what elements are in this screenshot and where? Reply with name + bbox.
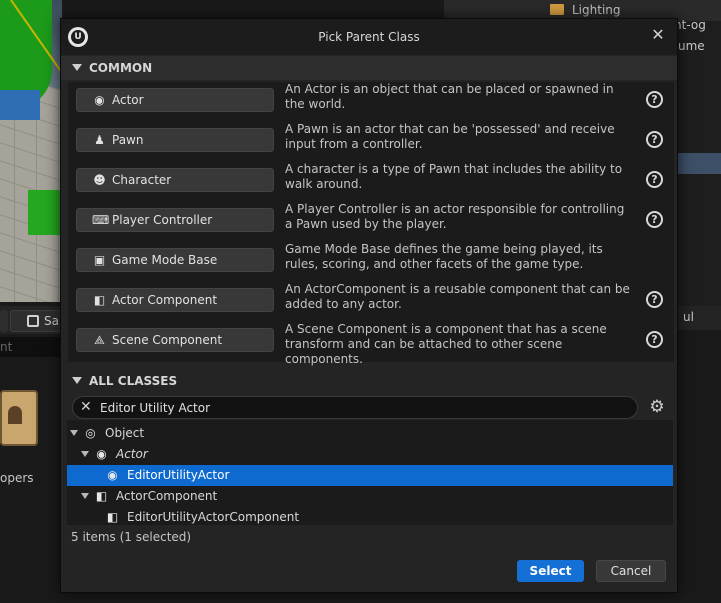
clear-search-icon[interactable]: ✕ <box>80 399 92 415</box>
expand-arrow-icon[interactable] <box>81 493 89 499</box>
common-class-description: An Actor is an object that can be placed… <box>285 82 614 111</box>
common-class-button[interactable]: ♟ Pawn <box>76 128 274 152</box>
outliner-row-label: ume <box>678 39 705 53</box>
expand-arrow-icon[interactable] <box>70 430 78 436</box>
all-classes-section-header[interactable]: ALL CLASSES <box>61 369 677 393</box>
object-icon: ◎ <box>85 426 96 440</box>
content-search-text: nt <box>0 340 13 354</box>
common-class-row: ⟁ Scene Component A Scene Component is a c… <box>68 322 674 366</box>
help-icon[interactable]: ? <box>646 91 663 108</box>
common-class-description: A Player Controller is an actor responsi… <box>285 202 625 231</box>
toolbar-button[interactable] <box>0 310 8 332</box>
details-toolbar: ul <box>678 306 721 330</box>
common-class-row: ⌨ Player Controller A Player Controller is… <box>68 202 674 242</box>
common-class-description: A character is a type of Pawn that inclu… <box>285 162 623 191</box>
details-panel <box>678 330 721 603</box>
common-class-button[interactable]: ☻ Character <box>76 168 274 192</box>
save-icon <box>27 315 39 327</box>
folder-icon <box>550 4 564 15</box>
actor-icon: ◉ <box>96 447 107 461</box>
tree-row-label: EditorUtilityActor <box>127 468 230 482</box>
common-class-button[interactable]: ◧ Actor Component <box>76 288 274 312</box>
save-all-label: Sa <box>44 314 59 328</box>
cancel-button[interactable]: Cancel <box>596 560 666 582</box>
common-class-label: Pawn <box>112 133 144 147</box>
viewport-green-block <box>28 190 62 235</box>
gamepad-icon: ⌨ <box>92 213 110 227</box>
class-search-input[interactable]: ✕ Editor Utility Actor <box>72 396 638 419</box>
selection-status: 5 items (1 selected) <box>71 530 192 544</box>
details-toolbar-text: ul <box>683 310 694 324</box>
tree-row[interactable]: ◎ Object <box>67 423 673 444</box>
viewport-blue-object <box>0 90 40 120</box>
dialog-title: Pick Parent Class <box>318 30 420 44</box>
character-icon: ☻ <box>93 173 106 187</box>
help-icon[interactable]: ? <box>646 291 663 308</box>
common-class-button[interactable]: ⟁ Scene Component <box>76 328 274 352</box>
content-search-input[interactable]: nt <box>0 337 62 357</box>
pawn-icon: ♟ <box>94 133 105 147</box>
actor-icon: ◉ <box>94 93 105 107</box>
outliner-row-label: nt-og <box>674 18 706 32</box>
class-tree: ◎ Object ◉ Actor ◉ EditorUtilityActor ◧ ActorCo… <box>67 420 673 525</box>
collapse-arrow-icon <box>72 64 82 71</box>
common-class-label: Actor <box>112 93 144 107</box>
common-class-row: ◉ Actor An Actor is an object that can be … <box>68 82 674 122</box>
asset-label: opers <box>0 471 34 485</box>
level-viewport[interactable] <box>0 0 62 302</box>
tree-row[interactable]: ◧ EditorUtilityActorComponent <box>67 507 673 528</box>
tree-row[interactable]: ◧ ActorComponent <box>67 486 673 507</box>
common-class-description: A Scene Component is a component that ha… <box>285 322 607 366</box>
folder-portrait-icon <box>8 406 22 424</box>
help-icon[interactable]: ? <box>646 211 663 228</box>
common-class-label: Character <box>112 173 172 187</box>
component-icon: ◧ <box>95 489 108 503</box>
all-classes-section-label: ALL CLASSES <box>89 374 178 388</box>
common-section-label: COMMON <box>89 61 153 75</box>
collapse-arrow-icon <box>72 377 82 384</box>
gear-icon[interactable]: ⚙ <box>647 397 667 417</box>
common-class-row: ▣ Game Mode Base Game Mode Base defines th… <box>68 242 674 282</box>
tree-row-label: Object <box>105 426 145 440</box>
common-class-button[interactable]: ◉ Actor <box>76 88 274 112</box>
tree-row[interactable]: ◉ Actor <box>67 444 673 465</box>
help-icon[interactable]: ? <box>646 331 663 348</box>
pick-parent-class-dialog: U Pick Parent Class ✕ COMMON ◉ Actor An Ac… <box>60 18 678 593</box>
help-icon[interactable]: ? <box>646 171 663 188</box>
common-class-row: ☻ Character A character is a type of Pawn … <box>68 162 674 202</box>
common-class-row: ◧ Actor Component An ActorComponent is a r… <box>68 282 674 322</box>
common-section-header[interactable]: COMMON <box>61 56 677 80</box>
common-class-label: Player Controller <box>112 213 213 227</box>
asset-thumbnail[interactable] <box>0 390 38 446</box>
component-icon: ◧ <box>106 510 119 524</box>
component-icon: ◧ <box>93 293 106 307</box>
common-class-description: A Pawn is an actor that can be 'possesse… <box>285 122 615 151</box>
dialog-titlebar[interactable]: U Pick Parent Class ✕ <box>61 19 677 55</box>
tree-row-label: EditorUtilityActorComponent <box>127 510 300 524</box>
select-button[interactable]: Select <box>517 560 584 582</box>
common-class-row: ♟ Pawn A Pawn is an actor that can be 'pos… <box>68 122 674 162</box>
common-classes-panel: ◉ Actor An Actor is an object that can be … <box>68 82 674 366</box>
help-icon[interactable]: ? <box>646 131 663 148</box>
game-mode-icon: ▣ <box>93 253 106 267</box>
class-search-value: Editor Utility Actor <box>100 401 211 415</box>
common-class-label: Game Mode Base <box>112 253 218 267</box>
tree-row-label: Actor <box>116 447 148 461</box>
close-icon[interactable]: ✕ <box>647 24 669 46</box>
common-class-label: Actor Component <box>112 293 218 307</box>
scene-component-icon: ⟁ <box>94 333 105 347</box>
common-class-description: Game Mode Base defines the game being pl… <box>285 242 603 271</box>
common-class-button[interactable]: ▣ Game Mode Base <box>76 248 274 272</box>
actor-icon: ◉ <box>107 468 118 482</box>
tree-row-label: ActorComponent <box>116 489 218 503</box>
common-class-button[interactable]: ⌨ Player Controller <box>76 208 274 232</box>
common-class-description: An ActorComponent is a reusable componen… <box>285 282 630 311</box>
tree-row-selected[interactable]: ◉ EditorUtilityActor <box>67 465 673 486</box>
save-all-button[interactable]: Sa <box>10 310 65 332</box>
expand-arrow-icon[interactable] <box>81 451 89 457</box>
common-class-label: Scene Component <box>112 333 223 347</box>
